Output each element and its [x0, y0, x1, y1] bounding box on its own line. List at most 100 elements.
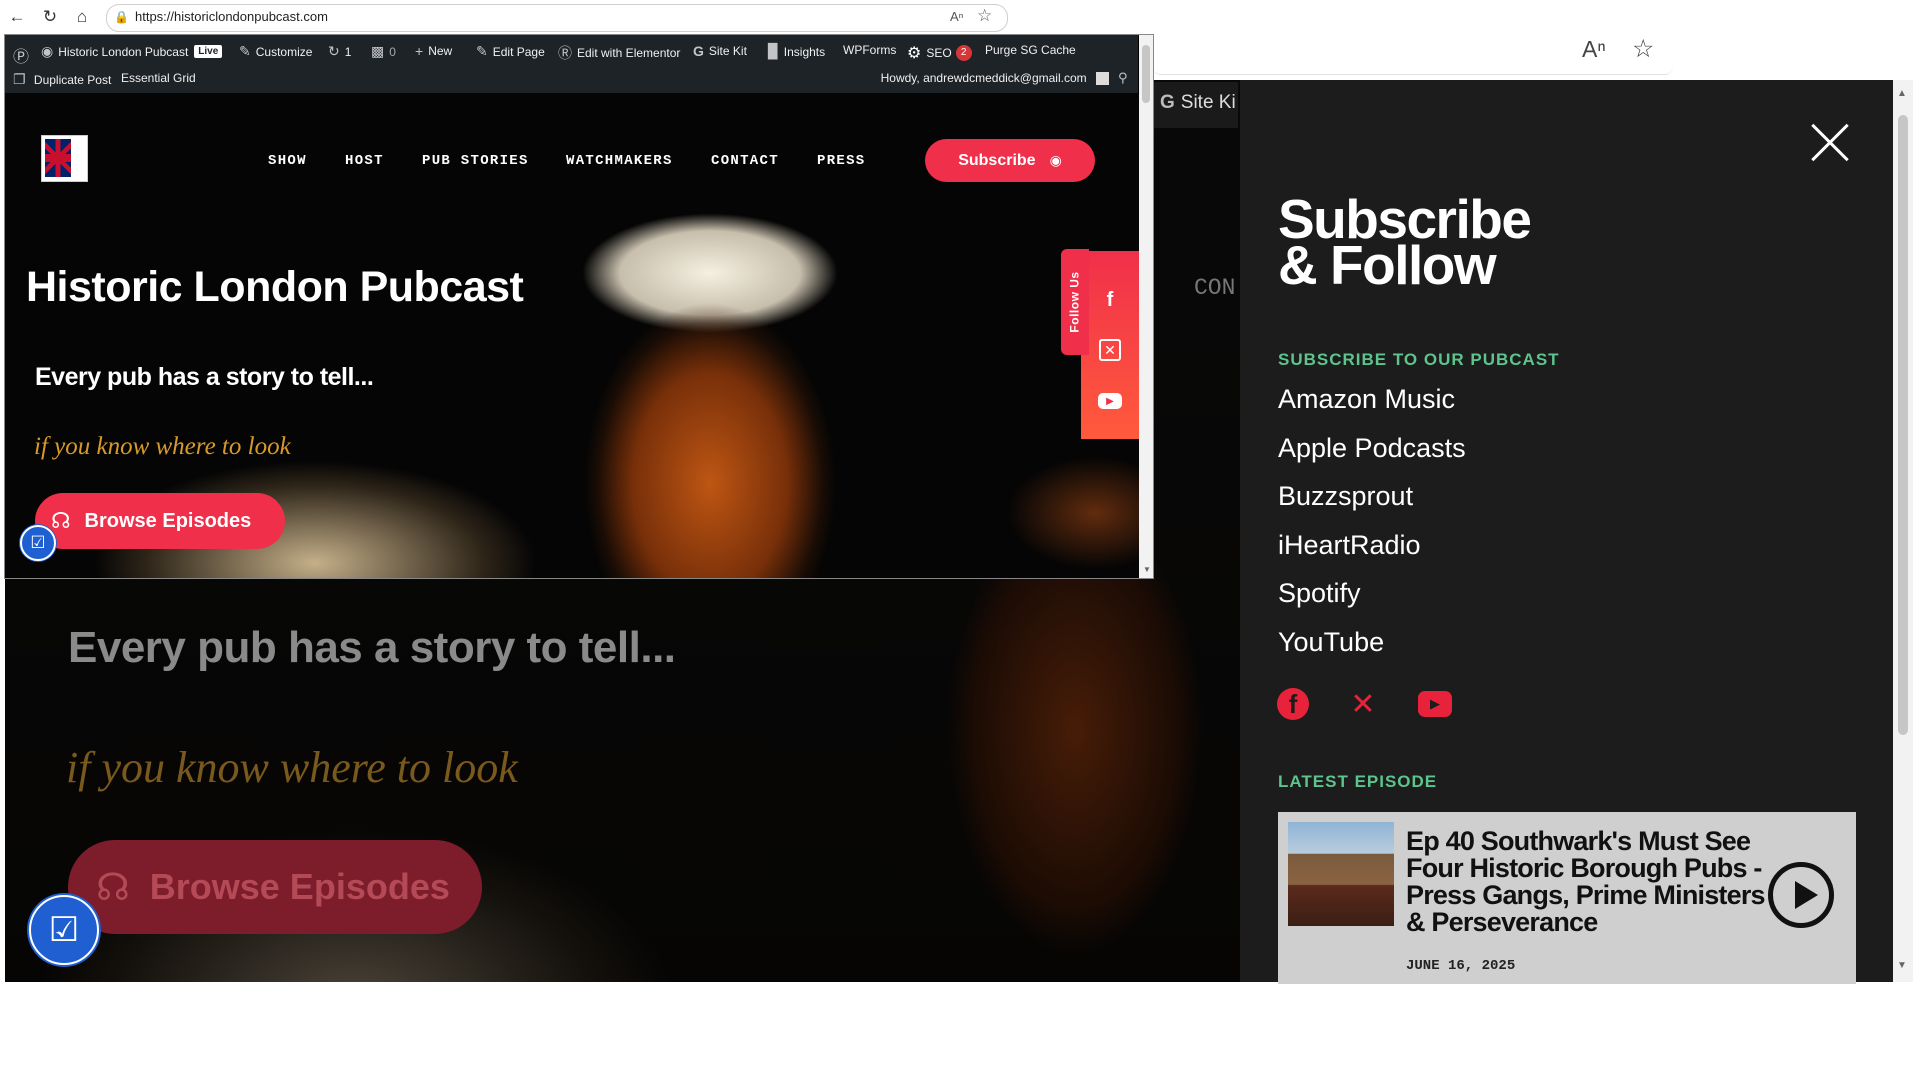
platform-link-youtube[interactable]: YouTube: [1278, 627, 1384, 658]
duplicate-icon: ❐: [13, 71, 26, 87]
browse-episodes-button[interactable]: ☊ Browse Episodes: [35, 493, 285, 549]
insights-link[interactable]: ▉ Insights: [768, 43, 825, 60]
facebook-icon[interactable]: f: [1097, 287, 1123, 313]
elementor-icon: Ⓡ: [558, 45, 572, 61]
youtube-icon[interactable]: ▶: [1097, 388, 1123, 414]
edit-page-label: Edit Page: [492, 44, 545, 59]
pencil-icon: ✎: [476, 43, 488, 59]
nav-contact[interactable]: CONTACT: [711, 153, 779, 169]
subscribe-button[interactable]: Subscribe ◉: [925, 139, 1095, 182]
seo-link[interactable]: ⚙ SEO 2: [907, 43, 972, 63]
subscribe-heading: SUBSCRIBE TO OUR PUBCAST: [1278, 350, 1560, 369]
platform-link-amazon-music[interactable]: Amazon Music: [1278, 384, 1455, 415]
live-badge: Live: [194, 45, 223, 58]
front-scrollbar[interactable]: [1139, 35, 1153, 578]
site-kit-label: Site Kit: [708, 44, 747, 58]
seo-label: SEO: [926, 46, 952, 60]
favorite-star-icon[interactable]: ☆: [1632, 34, 1654, 64]
platform-link-spotify[interactable]: Spotify: [1278, 578, 1361, 609]
background-browse-episodes-button[interactable]: ☊ Browse Episodes: [68, 840, 482, 934]
youtube-icon[interactable]: ▶: [1418, 687, 1452, 721]
close-icon[interactable]: [1808, 121, 1852, 165]
site-logo[interactable]: [41, 135, 88, 182]
background-accessibility-button[interactable]: ☑: [29, 895, 99, 965]
facebook-icon[interactable]: f: [1276, 687, 1310, 721]
hero-tagline: Every pub has a story to tell...: [35, 363, 374, 391]
platform-link-iheartradio[interactable]: iHeartRadio: [1278, 530, 1421, 561]
nav-host[interactable]: HOST: [345, 153, 384, 169]
comments-link[interactable]: ▩ 0: [371, 43, 396, 60]
x-icon[interactable]: ✕: [1346, 687, 1380, 721]
duplicate-post-label: Duplicate Post: [33, 73, 112, 87]
updates-link[interactable]: ↻ 1: [328, 43, 351, 60]
google-g-icon: G: [1160, 92, 1175, 113]
howdy-label: Howdy, andrewdcmeddick@gmail.com: [880, 71, 1087, 85]
insights-label: Insights: [783, 44, 826, 59]
dashboard-icon: ◉: [41, 43, 54, 59]
scroll-down-arrow-icon[interactable]: ▼: [1897, 960, 1907, 971]
new-content-link[interactable]: + New: [415, 43, 452, 59]
duplicate-post-link[interactable]: ❐ Duplicate Post: [13, 71, 111, 88]
scroll-down-arrow-icon[interactable]: ▼: [1143, 565, 1151, 574]
url-text[interactable]: https://historiclondonpubcast.com: [135, 9, 328, 24]
site-kit-link[interactable]: G Site Kit: [693, 43, 747, 59]
home-icon[interactable]: ⌂: [71, 6, 93, 28]
lock-icon[interactable]: 🔒: [114, 10, 129, 24]
favorite-star-icon[interactable]: ☆: [977, 6, 992, 26]
headphones-icon: ☊: [96, 866, 130, 909]
episode-thumbnail[interactable]: [1288, 822, 1394, 926]
new-label: New: [428, 44, 453, 58]
panel-title-line-2: & Follow: [1278, 234, 1497, 296]
essential-grid-link[interactable]: Essential Grid: [121, 71, 196, 85]
brush-icon: ✎: [239, 43, 251, 59]
edit-page-link[interactable]: ✎ Edit Page: [476, 43, 545, 60]
scroll-up-arrow-icon[interactable]: ▲: [1897, 88, 1907, 99]
background-tagline: Every pub has a story to tell...: [68, 623, 676, 672]
plus-icon: +: [415, 43, 424, 59]
google-g-icon: G: [693, 43, 704, 59]
edit-with-elementor-link[interactable]: Ⓡ Edit with Elementor: [558, 43, 680, 63]
episode-title[interactable]: Ep 40 Southwark's Must See Four Historic…: [1406, 828, 1781, 936]
latest-episode-heading: LATEST EPISODE: [1278, 772, 1438, 791]
follow-us-label: Follow Us: [1068, 271, 1083, 333]
platform-link-buzzsprout[interactable]: Buzzsprout: [1278, 481, 1413, 512]
front-scrollbar-thumb[interactable]: [1142, 45, 1150, 103]
refresh-icon[interactable]: ↻: [39, 6, 61, 28]
play-icon[interactable]: [1768, 862, 1834, 928]
hero-script-text: if you know where to look: [34, 433, 291, 460]
background-script-text: if you know where to look: [66, 743, 518, 792]
background-site-kit-fragment: G Site Ki: [1160, 92, 1236, 114]
episode-date: JUNE 16, 2025: [1406, 958, 1516, 974]
seo-icon: ⚙: [907, 45, 922, 62]
bar-chart-icon: ▉: [768, 43, 779, 59]
nav-press[interactable]: PRESS: [817, 153, 866, 169]
customize-link[interactable]: ✎ Customize: [239, 43, 312, 60]
browse-episodes-label: Browse Episodes: [84, 509, 252, 532]
site-kit-fragment-text: Site Ki: [1180, 92, 1236, 113]
comments-count: 0: [389, 44, 396, 59]
x-icon[interactable]: ✕: [1097, 337, 1123, 363]
panel-scrollbar-thumb[interactable]: [1898, 115, 1908, 735]
nav-show[interactable]: SHOW: [268, 153, 307, 169]
purge-cache-label: Purge SG Cache: [985, 43, 1076, 57]
nav-watchmakers[interactable]: WATCHMAKERS: [566, 153, 673, 169]
purge-cache-link[interactable]: Purge SG Cache: [985, 43, 1076, 57]
wordpress-logo-icon[interactable]: Ⓟ: [13, 43, 34, 67]
howdy-user-menu[interactable]: Howdy, andrewdcmeddick@gmail.com: [880, 71, 1109, 86]
updates-icon: ↻: [328, 43, 340, 59]
accessibility-icon: ☑: [30, 533, 46, 552]
search-icon[interactable]: ⚲: [1118, 70, 1128, 86]
customize-label: Customize: [255, 44, 313, 59]
background-nav-fragment: CON: [1194, 275, 1236, 301]
nav-pub-stories[interactable]: PUB STORIES: [422, 153, 529, 169]
accessibility-button[interactable]: ☑: [20, 525, 56, 561]
avatar: [1096, 72, 1109, 86]
back-arrow-icon[interactable]: ←: [6, 6, 28, 28]
read-aloud-icon[interactable]: Aⁿ: [1582, 36, 1606, 63]
wpforms-link[interactable]: WPForms: [843, 43, 896, 57]
hero-title: Historic London Pubcast: [26, 263, 524, 311]
platform-link-apple-podcasts[interactable]: Apple Podcasts: [1278, 433, 1466, 464]
updates-count: 1: [344, 44, 352, 59]
site-name-menu[interactable]: ◉ Historic London Pubcast Live: [41, 43, 223, 60]
read-aloud-icon[interactable]: Aⁿ: [950, 9, 963, 24]
